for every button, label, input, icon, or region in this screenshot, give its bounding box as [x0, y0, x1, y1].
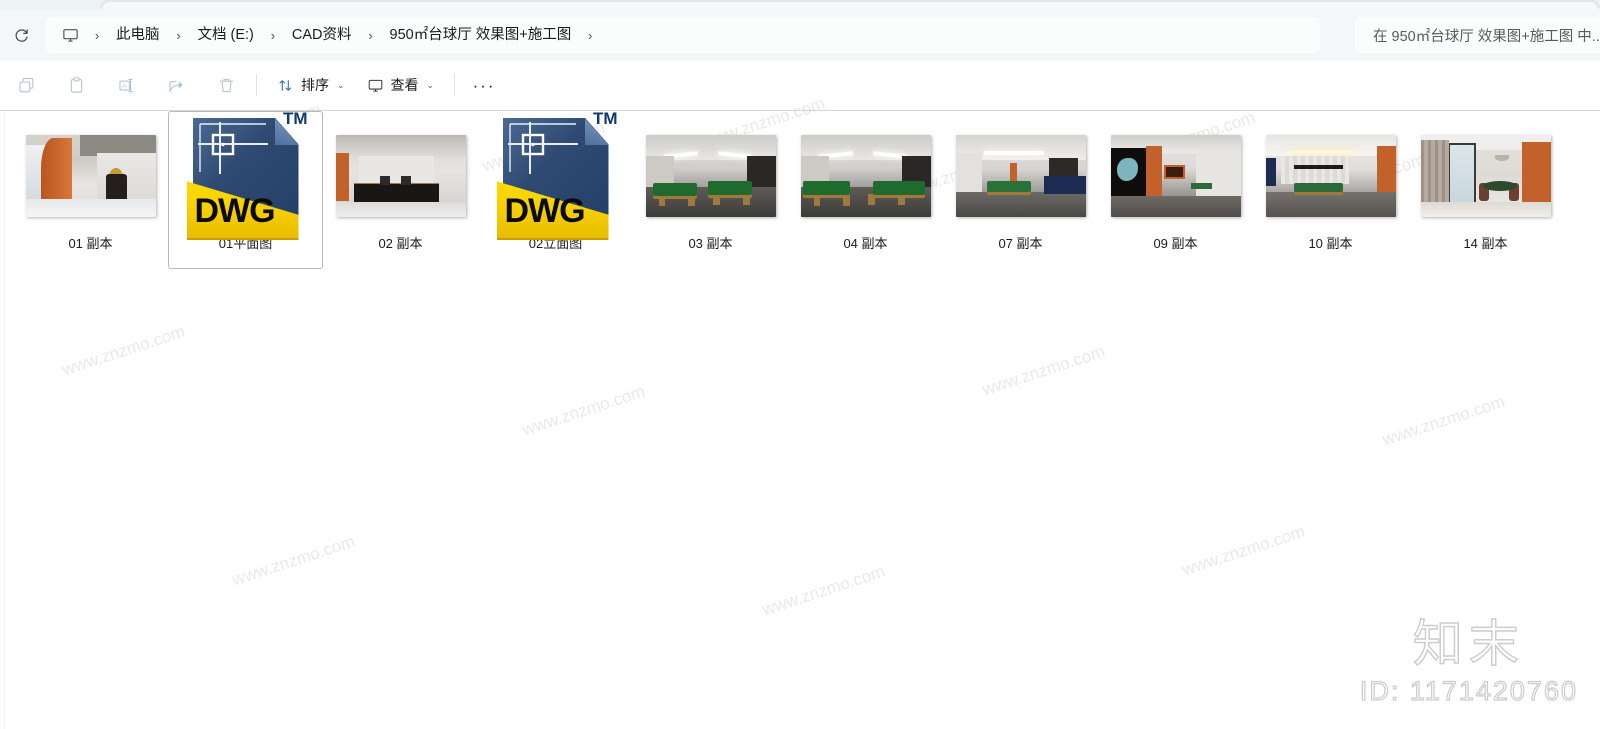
copy-icon: [18, 77, 33, 92]
thumbnail-image-14: [1420, 135, 1551, 217]
cad-drawing-icon: [197, 122, 268, 174]
file-label: 01 副本: [68, 236, 113, 251]
delete-button[interactable]: [205, 68, 247, 102]
thumbnail-image-04: [800, 135, 931, 217]
file-label: 10 副本: [1308, 236, 1353, 251]
refresh-button[interactable]: [4, 18, 38, 52]
file-item-03-copy[interactable]: 03 副本: [633, 111, 788, 269]
breadcrumb-item-this-pc[interactable]: 此电脑: [108, 23, 168, 48]
paste-button[interactable]: [55, 68, 97, 102]
view-button[interactable]: 查看 ⌄: [356, 68, 446, 102]
thumbnail-image-07: [955, 135, 1086, 217]
thumbnail: [947, 120, 1095, 232]
thumbnail: DWG TM: [172, 110, 320, 242]
search-box[interactable]: 在 950㎡台球厅 效果图+施工图 中...: [1355, 17, 1600, 53]
tm-mark: TM: [592, 109, 618, 128]
breadcrumb-sep-4[interactable]: ›: [579, 22, 601, 48]
svg-text:A: A: [122, 82, 127, 89]
file-label: 02 副本: [378, 236, 423, 251]
share-icon: [168, 80, 183, 92]
thumbnail: [327, 120, 475, 232]
search-input-placeholder[interactable]: 在 950㎡台球厅 效果图+施工图 中...: [1373, 25, 1600, 46]
dwg-badge-text: DWG: [504, 192, 586, 230]
watermark-tile: www.znzmo.com: [230, 531, 358, 590]
tab-active[interactable]: [102, 2, 1598, 10]
breadcrumb-sep-3[interactable]: ›: [360, 22, 382, 48]
file-label: 04 副本: [843, 236, 888, 251]
file-label: 09 副本: [1153, 236, 1198, 251]
file-explorer-window: › 此电脑 › 文档 (E:) › CAD资料 › 950㎡台球厅 效果图+施工…: [0, 0, 1600, 729]
this-pc-icon[interactable]: [56, 20, 84, 50]
file-list-area: www.znzmo.com www.znzmo.com www.znzmo.co…: [0, 94, 1600, 729]
thumbnail-image-10: [1265, 135, 1396, 217]
command-bar: A 排序 ⌄ 查看 ⌄ ···: [0, 60, 1600, 110]
thumbnail: [792, 120, 940, 232]
file-grid: 01 副本 DWG TM 01平面图 02 副本 DWG TM 02立面图 03…: [13, 110, 1593, 269]
rename-button[interactable]: A: [105, 68, 147, 102]
tab-strip: [0, 0, 1600, 10]
thumbnail: [637, 120, 785, 232]
watermark-tile: www.znzmo.com: [760, 561, 888, 620]
breadcrumb-item-documents[interactable]: 文档 (E:): [190, 23, 262, 48]
breadcrumb-sep-2[interactable]: ›: [262, 22, 284, 48]
dwg-file-icon: DWG TM: [496, 109, 618, 242]
breadcrumb-sep-0[interactable]: ›: [86, 22, 108, 48]
dwg-badge-text: DWG: [194, 192, 276, 230]
watermark-tile: www.znzmo.com: [520, 381, 648, 440]
file-item-04-copy[interactable]: 04 副本: [788, 111, 943, 269]
sort-icon: [279, 79, 292, 91]
sort-label: 排序: [301, 77, 329, 93]
thumbnail: DWG TM: [482, 110, 630, 242]
thumbnail: [1102, 120, 1250, 232]
view-icon: [368, 79, 382, 92]
watermark-tile: www.znzmo.com: [1180, 521, 1308, 580]
file-label: 03 副本: [688, 236, 733, 251]
file-label: 14 副本: [1463, 236, 1508, 251]
breadcrumb[interactable]: › 此电脑 › 文档 (E:) › CAD资料 › 950㎡台球厅 效果图+施工…: [46, 17, 1320, 53]
paste-icon: [70, 76, 82, 93]
sort-button[interactable]: 排序 ⌄: [266, 68, 356, 102]
watermark-tile: www.znzmo.com: [1380, 391, 1508, 450]
more-options-button[interactable]: ···: [464, 68, 504, 102]
breadcrumb-sep-1[interactable]: ›: [168, 22, 190, 48]
thumbnail: [17, 120, 165, 232]
thumbnail: [1257, 120, 1405, 232]
breadcrumb-item-cad[interactable]: CAD资料: [284, 23, 360, 48]
toolbar-divider-1: [256, 74, 257, 96]
refresh-icon: [15, 28, 28, 42]
cad-drawing-icon: [507, 122, 578, 174]
file-item-07-copy[interactable]: 07 副本: [943, 111, 1098, 269]
watermark-tile: www.znzmo.com: [980, 341, 1108, 400]
brand-watermark-text: 知末: [1412, 615, 1525, 673]
breadcrumb-item-current-folder[interactable]: 950㎡台球厅 效果图+施工图: [382, 23, 580, 48]
copy-button[interactable]: [5, 68, 47, 102]
thumbnail-image-02: [335, 135, 466, 217]
file-item-02-elevation-dwg[interactable]: DWG TM 02立面图: [478, 110, 633, 269]
tm-mark: TM: [282, 109, 308, 128]
file-item-14-copy[interactable]: 14 副本: [1408, 111, 1563, 269]
file-item-10-copy[interactable]: 10 副本: [1253, 111, 1408, 269]
address-bar-row: › 此电脑 › 文档 (E:) › CAD资料 › 950㎡台球厅 效果图+施工…: [0, 10, 1600, 60]
share-button[interactable]: [155, 68, 197, 102]
file-item-01-copy[interactable]: 01 副本: [13, 111, 168, 269]
file-item-01-plan-dwg[interactable]: DWG TM 01平面图: [168, 110, 323, 269]
file-label: 07 副本: [998, 236, 1043, 251]
brand-watermark: 知末 ID: 1171420760: [1359, 615, 1578, 707]
view-label: 查看: [390, 77, 419, 93]
file-item-02-copy[interactable]: 02 副本: [323, 111, 478, 269]
thumbnail-image-03: [645, 135, 776, 217]
chevron-down-icon: ⌄: [426, 79, 435, 90]
delete-icon: [219, 78, 233, 92]
brand-watermark-id: ID: 1171420760: [1359, 675, 1578, 706]
left-rail-divider: [4, 111, 5, 729]
rename-icon: A: [118, 78, 133, 92]
watermark-tile: www.znzmo.com: [60, 321, 188, 380]
thumbnail: [1412, 120, 1560, 232]
thumbnail-image-09: [1110, 135, 1241, 217]
chevron-down-icon: ⌄: [337, 79, 345, 90]
file-item-09-copy[interactable]: 09 副本: [1098, 111, 1253, 269]
toolbar-divider-2: [454, 74, 456, 96]
thumbnail-image-01: [25, 135, 156, 217]
dwg-file-icon: DWG TM: [186, 109, 308, 242]
